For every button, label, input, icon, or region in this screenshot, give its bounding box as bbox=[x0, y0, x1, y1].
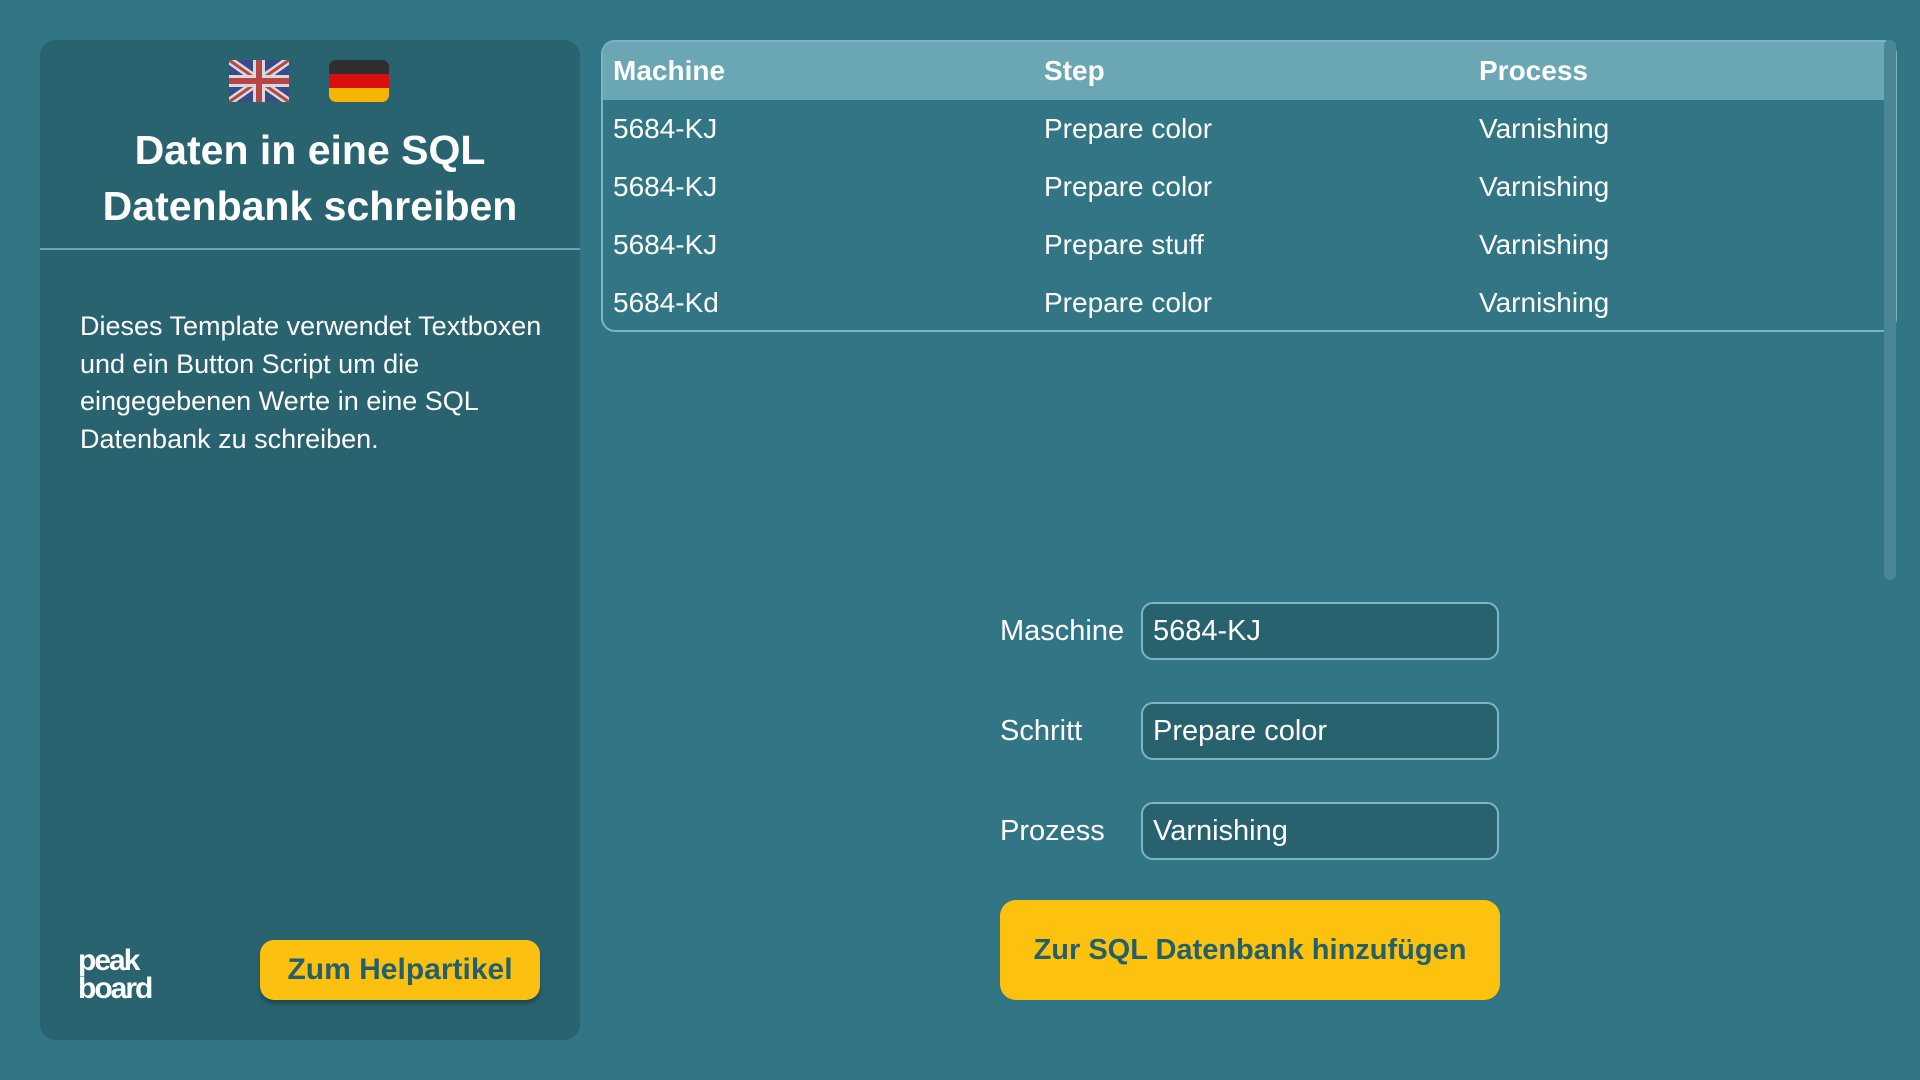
column-header-process[interactable]: Process bbox=[1479, 42, 1588, 100]
divider bbox=[40, 248, 580, 250]
table-row[interactable]: 5684-KJ Prepare stuff Varnishing bbox=[603, 216, 1895, 274]
peakboard-logo: peak board bbox=[78, 946, 154, 1000]
cell-machine: 5684-KJ bbox=[613, 171, 718, 202]
info-panel: Daten in eine SQL Datenbank schreiben Di… bbox=[40, 40, 580, 1040]
table-row[interactable]: 5684-KJ Prepare color Varnishing bbox=[603, 158, 1895, 216]
cell-step: Prepare color bbox=[1044, 113, 1213, 144]
add-to-database-button[interactable]: Zur SQL Datenbank hinzufügen bbox=[1000, 900, 1500, 1000]
help-article-button[interactable]: Zum Helpartikel bbox=[260, 940, 540, 1000]
table-header: Machine Step Process bbox=[603, 42, 1895, 100]
step-input[interactable] bbox=[1141, 702, 1499, 760]
language-switcher bbox=[40, 60, 580, 102]
table-row[interactable]: 5684-Kd Prepare color Varnishing bbox=[603, 274, 1895, 330]
cell-step: Prepare color bbox=[1044, 171, 1213, 202]
machine-label: Maschine bbox=[1000, 615, 1125, 647]
cell-machine: 5684-Kd bbox=[613, 287, 719, 318]
step-label: Schritt bbox=[1000, 715, 1083, 747]
machine-input[interactable] bbox=[1141, 602, 1499, 660]
column-header-step[interactable]: Step bbox=[1044, 42, 1105, 100]
table-row[interactable]: 5684-KJ Prepare color Varnishing bbox=[603, 100, 1895, 158]
description-text: Dieses Template verwendet Textboxen und … bbox=[80, 311, 542, 454]
cell-process: Varnishing bbox=[1479, 113, 1610, 144]
cell-process: Varnishing bbox=[1479, 171, 1610, 202]
germany-flag-icon[interactable] bbox=[329, 60, 389, 102]
cell-machine: 5684-KJ bbox=[613, 113, 718, 144]
column-header-machine[interactable]: Machine bbox=[613, 42, 725, 100]
table-scrollbar[interactable] bbox=[1884, 40, 1896, 580]
process-input[interactable] bbox=[1141, 802, 1499, 860]
cell-machine: 5684-KJ bbox=[613, 229, 718, 260]
cell-step: Prepare stuff bbox=[1044, 229, 1204, 260]
process-label: Prozess bbox=[1000, 815, 1105, 847]
cell-process: Varnishing bbox=[1479, 287, 1610, 318]
cell-process: Varnishing bbox=[1479, 229, 1610, 260]
uk-flag-icon[interactable] bbox=[229, 60, 289, 102]
cell-step: Prepare color bbox=[1044, 287, 1213, 318]
svg-text:board: board bbox=[78, 972, 152, 1000]
data-table: Machine Step Process 5684-KJ Prepare col… bbox=[601, 40, 1897, 332]
page-title: Daten in eine SQL Datenbank schreiben bbox=[102, 127, 518, 229]
